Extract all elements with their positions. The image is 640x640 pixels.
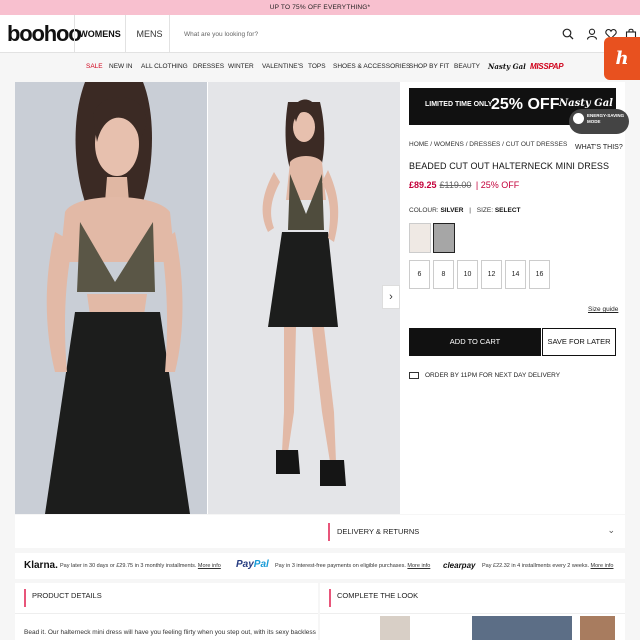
colour-size-label: COLOUR: SILVER | SIZE: SELECT: [409, 207, 521, 214]
look-thumbnail[interactable]: [580, 616, 615, 640]
boohoo-logo[interactable]: boohoo: [7, 23, 82, 45]
tab-womens[interactable]: WOMENS: [74, 15, 126, 53]
energy-saving-label: ENERGY-SAVING MODE: [587, 113, 625, 124]
nav-item-shoes-accessories[interactable]: SHOES & ACCESSORIES: [333, 63, 410, 70]
nav-item-valentines[interactable]: VALENTINE'S: [262, 63, 303, 70]
search-icon[interactable]: [562, 28, 574, 40]
category-nav: SALE NEW IN ALL CLOTHING DRESSES WINTER …: [0, 54, 600, 82]
product-image-full-length[interactable]: [208, 82, 400, 514]
divider: [15, 613, 318, 614]
colour-swatch-stone[interactable]: [409, 223, 431, 253]
banner-line1: LIMITED TIME ONLY: [425, 101, 493, 108]
nav-item-winter[interactable]: WINTER: [228, 63, 254, 70]
complete-the-look-panel: COMPLETE THE LOOK: [320, 583, 625, 640]
promo-banner[interactable]: UP TO 75% OFF EVERYTHING*: [0, 0, 640, 15]
klarna-logo: Klarna.: [24, 560, 58, 571]
delivery-note: ORDER BY 11PM FOR NEXT DAY DELIVERY: [409, 372, 560, 379]
account-icon[interactable]: [586, 28, 598, 40]
nav-item-beauty[interactable]: BEAUTY: [454, 63, 480, 70]
next-image-arrow[interactable]: ›: [382, 285, 400, 309]
size-option-14[interactable]: 14: [505, 260, 526, 289]
colour-value: SILVER: [440, 207, 464, 214]
look-thumbnail[interactable]: [472, 616, 572, 640]
nav-item-tops[interactable]: TOPS: [308, 63, 326, 70]
product-image-front[interactable]: [15, 82, 207, 514]
paypal-text: Pay in 3 interest-free payments on eligi…: [275, 563, 431, 569]
paypal-logo: PayPal: [236, 559, 269, 570]
paypal-more-info-link[interactable]: More info: [407, 563, 430, 569]
accent-bar: [24, 589, 26, 607]
search-bar: [176, 20, 579, 48]
klarna-text: Pay later in 30 days or £29.75 in 3 mont…: [60, 563, 221, 569]
nav-item-all-clothing[interactable]: ALL CLOTHING: [141, 63, 188, 70]
whats-this-link[interactable]: WHAT'S THIS?: [575, 144, 623, 151]
chevron-down-icon: ⌄: [607, 525, 615, 535]
toggle-knob: [573, 113, 584, 124]
payment-options-bar: Klarna. Pay later in 30 days or £29.75 i…: [15, 553, 625, 579]
colour-swatch-silver[interactable]: [433, 223, 455, 253]
honey-extension-button[interactable]: h: [604, 37, 640, 80]
tab-mens[interactable]: MENS: [130, 15, 170, 53]
add-to-cart-button[interactable]: ADD TO CART: [409, 328, 541, 356]
size-option-12[interactable]: 12: [481, 260, 502, 289]
clearpay-more-info-link[interactable]: More info: [591, 563, 614, 569]
banner-line2: 25% OFF: [491, 96, 560, 113]
breadcrumb[interactable]: HOME / WOMENS / DRESSES / CUT OUT DRESSE…: [409, 141, 567, 148]
product-details-panel: PRODUCT DETAILS Bead it. Our halterneck …: [15, 583, 318, 640]
price-discount: | 25% OFF: [475, 180, 520, 190]
nav-item-shop-by-fit[interactable]: SHOP BY FIT: [409, 63, 449, 70]
size-option-10[interactable]: 10: [457, 260, 478, 289]
size-option-6[interactable]: 6: [409, 260, 430, 289]
clearpay-text: Pay £22.32 in 4 installments every 2 wee…: [482, 563, 614, 569]
nav-item-misspap[interactable]: MISSPAP: [530, 62, 564, 71]
nav-item-new-in[interactable]: NEW IN: [109, 63, 132, 70]
product-price: £89.25 £119.00 | 25% OFF: [409, 180, 519, 190]
nav-item-nasty-gal[interactable]: Nasty Gal: [488, 62, 526, 71]
nav-item-sale[interactable]: SALE: [86, 63, 103, 70]
price-was: £119.00: [439, 180, 472, 190]
accent-bar: [328, 523, 330, 541]
nav-item-dresses[interactable]: DRESSES: [193, 63, 224, 70]
search-input[interactable]: [176, 20, 579, 48]
look-thumbnail[interactable]: [380, 616, 410, 640]
truck-icon: [409, 372, 419, 379]
size-guide-link[interactable]: Size guide: [588, 306, 618, 313]
product-title: BEADED CUT OUT HALTERNECK MINI DRESS: [409, 161, 610, 171]
delivery-returns-label: DELIVERY & RETURNS: [337, 527, 420, 536]
promo-text: UP TO 75% OFF EVERYTHING*: [269, 4, 371, 11]
price-now: £89.25: [409, 180, 437, 190]
clearpay-logo: clearpay: [443, 561, 476, 570]
product-details-text: Bead it. Our halterneck mini dress will …: [24, 629, 316, 636]
accent-bar: [329, 589, 331, 607]
size-value: SELECT: [494, 207, 521, 214]
save-for-later-button[interactable]: SAVE FOR LATER: [542, 328, 616, 356]
complete-the-look-title[interactable]: COMPLETE THE LOOK: [337, 591, 418, 600]
size-option-8[interactable]: 8: [433, 260, 454, 289]
product-details-title[interactable]: PRODUCT DETAILS: [32, 591, 102, 600]
banner-line3: Nasty Gal: [559, 98, 613, 109]
chevron-right-icon: ›: [389, 291, 393, 303]
delivery-returns-accordion[interactable]: DELIVERY & RETURNS ⌄: [15, 515, 625, 548]
site-header: boohoo WOMENS MENS: [0, 15, 640, 53]
size-option-16[interactable]: 16: [529, 260, 550, 289]
divider: [320, 613, 625, 614]
klarna-more-info-link[interactable]: More info: [198, 563, 221, 569]
energy-saving-toggle[interactable]: ENERGY-SAVING MODE: [569, 109, 629, 134]
